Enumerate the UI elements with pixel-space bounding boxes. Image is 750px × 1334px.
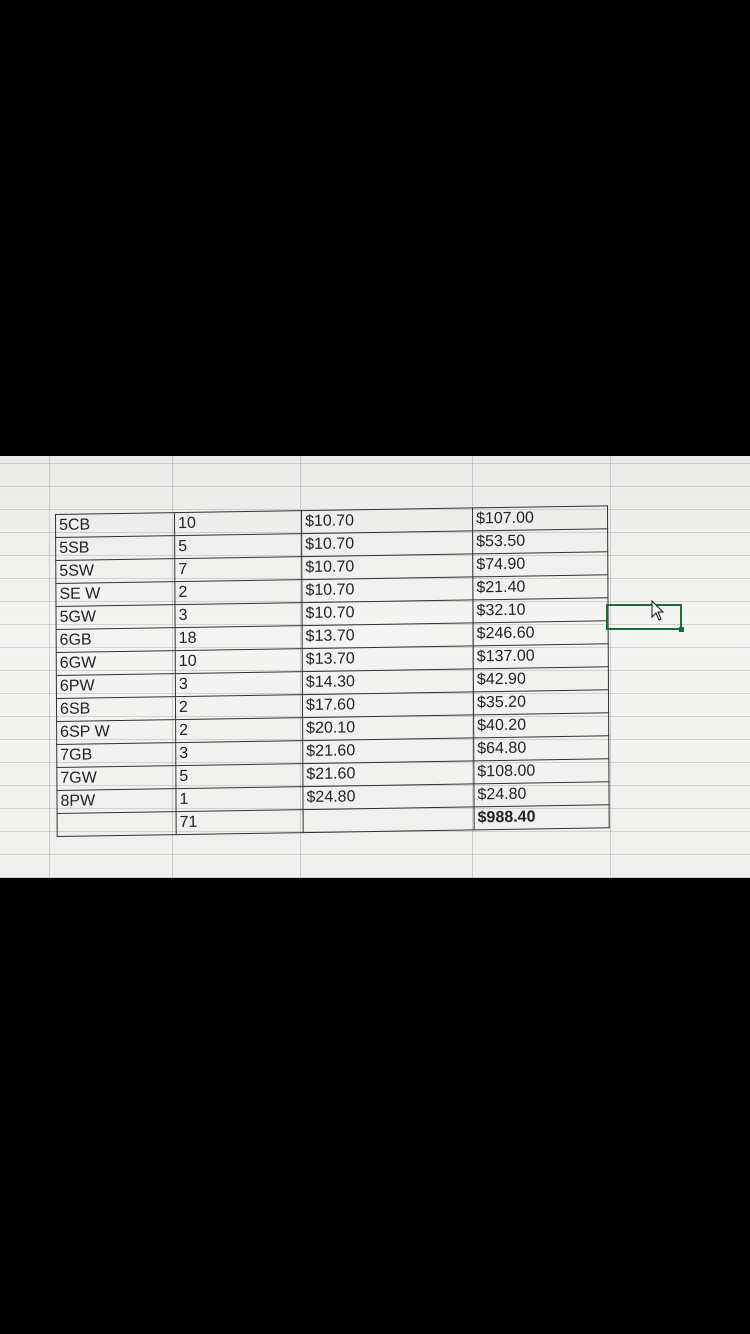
line-total-cell[interactable]: $24.80 — [473, 781, 610, 807]
quantity-cell[interactable]: 3 — [175, 740, 303, 766]
unit-price-cell[interactable]: $24.80 — [302, 783, 475, 810]
quantity-cell[interactable]: 2 — [174, 579, 302, 605]
unit-price-cell[interactable]: $10.70 — [301, 530, 473, 557]
line-total-cell[interactable]: $107.00 — [472, 505, 608, 531]
item-code-cell[interactable]: SE W — [55, 581, 175, 607]
empty-cell[interactable] — [57, 811, 177, 837]
quantity-cell[interactable]: 1 — [175, 786, 304, 812]
unit-price-cell[interactable]: $21.60 — [302, 737, 474, 764]
quantity-cell[interactable]: 10 — [175, 648, 303, 674]
line-total-cell[interactable]: $40.20 — [473, 712, 609, 738]
quantity-cell[interactable]: 3 — [174, 602, 303, 628]
item-code-cell[interactable]: 5SB — [55, 535, 175, 561]
quantity-cell[interactable]: 2 — [175, 694, 303, 720]
quantity-cell[interactable]: 7 — [174, 556, 302, 582]
grand-total-cell[interactable]: $988.40 — [474, 804, 610, 830]
active-cell-selection[interactable] — [606, 604, 684, 632]
item-code-cell[interactable]: 6SB — [56, 696, 176, 722]
unit-price-cell[interactable]: $10.70 — [301, 599, 474, 626]
item-code-cell[interactable]: 5SW — [55, 558, 175, 584]
total-quantity-cell[interactable]: 71 — [176, 809, 304, 835]
item-code-cell[interactable]: 7GB — [56, 742, 176, 768]
unit-price-cell[interactable]: $17.60 — [302, 691, 474, 718]
line-total-cell[interactable]: $21.40 — [472, 574, 608, 600]
mouse-cursor-icon — [651, 600, 665, 621]
spreadsheet-photo: 5CB 10 $10.70 $107.00 5SB 5 $10.70 $53.50 5SW 7 $1… — [0, 456, 750, 878]
unit-price-cell[interactable]: $10.70 — [301, 507, 473, 534]
item-code-cell[interactable]: 5CB — [55, 512, 175, 538]
unit-price-cell[interactable]: $13.70 — [302, 645, 474, 672]
unit-price-cell[interactable]: $10.70 — [301, 553, 473, 580]
unit-price-cell[interactable]: $10.70 — [301, 576, 473, 603]
item-code-cell[interactable]: 8PW — [56, 788, 177, 814]
item-code-cell[interactable]: 6GW — [56, 650, 176, 676]
line-total-cell[interactable]: $35.20 — [473, 689, 609, 715]
quantity-cell[interactable]: 10 — [174, 510, 302, 536]
item-code-cell[interactable]: 7GW — [56, 765, 176, 791]
quantity-cell[interactable]: 2 — [175, 717, 303, 743]
item-code-cell[interactable]: 6GB — [56, 627, 176, 653]
unit-price-cell[interactable]: $14.30 — [302, 668, 474, 695]
data-table: 5CB 10 $10.70 $107.00 5SB 5 $10.70 $53.50 5SW 7 $1… — [55, 505, 617, 837]
line-total-cell[interactable]: $64.80 — [473, 735, 609, 761]
quantity-cell[interactable]: 5 — [175, 763, 303, 789]
quantity-cell[interactable]: 3 — [175, 671, 303, 697]
line-total-cell[interactable]: $53.50 — [472, 528, 608, 554]
unit-price-cell[interactable]: $21.60 — [302, 760, 474, 787]
line-total-cell[interactable]: $108.00 — [473, 758, 609, 784]
quantity-cell[interactable]: 5 — [174, 533, 302, 559]
line-total-cell[interactable]: $74.90 — [472, 551, 608, 577]
item-code-cell[interactable]: 6PW — [56, 673, 176, 699]
line-total-cell[interactable]: $42.90 — [473, 666, 609, 692]
unit-price-cell[interactable]: $20.10 — [302, 714, 474, 741]
line-total-cell[interactable]: $32.10 — [472, 597, 609, 623]
unit-price-cell[interactable]: $13.70 — [302, 622, 474, 649]
line-total-cell[interactable]: $246.60 — [473, 620, 609, 646]
line-total-cell[interactable]: $137.00 — [473, 643, 609, 669]
table-body: 5CB 10 $10.70 $107.00 5SB 5 $10.70 $53.50 5SW 7 $1… — [55, 505, 610, 837]
item-code-cell[interactable]: 5GW — [55, 604, 176, 630]
quantity-cell[interactable]: 18 — [175, 625, 303, 651]
empty-cell[interactable] — [303, 806, 475, 833]
item-code-cell[interactable]: 6SP W — [56, 719, 176, 745]
